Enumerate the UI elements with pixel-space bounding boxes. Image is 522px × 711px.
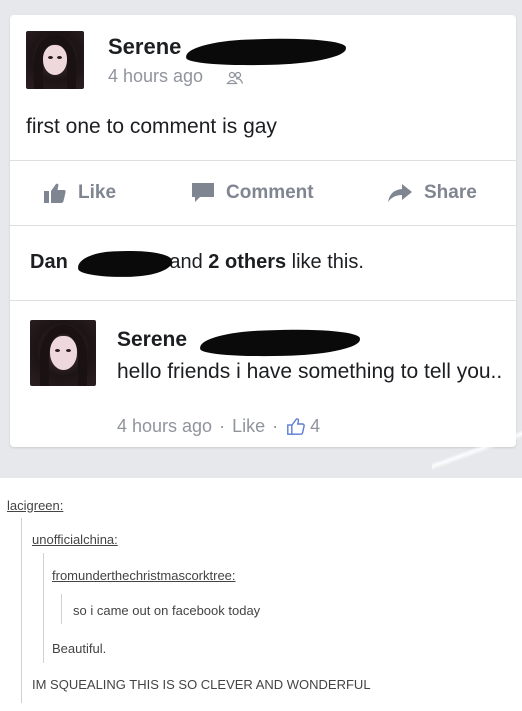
divider (10, 225, 516, 226)
likes-others-link[interactable]: 2 others (208, 251, 286, 273)
likes-suffix: like this. (291, 251, 364, 273)
thread-user-lacigreen[interactable]: lacigreen: (7, 498, 63, 513)
divider (10, 300, 516, 301)
comment-like-link[interactable]: Like (232, 416, 265, 437)
likes-and: and (169, 251, 203, 273)
tumblr-reblog-thread: lacigreen: unofficialchina: fromunderthe… (0, 478, 522, 711)
thread-reply-beautiful: Beautiful. (52, 641, 107, 656)
thread-post-text: so i came out on facebook today (73, 603, 261, 618)
comment-meta: 4 hours ago · Like · 4 (117, 416, 320, 437)
post-card: Serene 4 hours ago first one to comment … (10, 15, 516, 447)
like-button[interactable]: Like (44, 182, 116, 204)
friends-audience-icon (226, 71, 244, 85)
meta-separator: · (272, 416, 279, 436)
post-actions: Like Comment Share (10, 160, 516, 225)
comment-text: hello friends i have something to tell y… (117, 360, 503, 383)
thread-user-unofficialchina[interactable]: unofficialchina: (32, 532, 118, 547)
like-label: Like (78, 182, 117, 203)
comment-label: Comment (226, 182, 314, 203)
commenter-avatar[interactable] (30, 320, 96, 386)
redaction-mark (185, 36, 347, 68)
comment-bubble-icon (192, 183, 214, 202)
share-arrow-icon (388, 184, 412, 202)
post-text: first one to comment is gay (26, 115, 277, 138)
thumbs-up-outline-icon (287, 418, 305, 435)
redaction-mark (199, 327, 361, 359)
liker-name[interactable]: Dan (30, 251, 68, 273)
comment-timestamp[interactable]: 4 hours ago (117, 416, 212, 437)
quote-bar (61, 594, 62, 624)
post-header: Serene 4 hours ago (26, 31, 506, 107)
facebook-screenshot: Serene 4 hours ago first one to comment … (0, 0, 522, 478)
thumbs-up-icon (44, 183, 66, 203)
post-timestamp[interactable]: 4 hours ago (108, 66, 203, 87)
quote-bar (21, 518, 22, 703)
meta-separator: · (219, 416, 226, 436)
screen-glare (432, 430, 522, 470)
post-author-name[interactable]: Serene (108, 34, 181, 60)
comment-like-count[interactable]: 4 (310, 416, 320, 437)
share-label: Share (424, 182, 477, 203)
comment: Serene hello friends i have something to… (30, 320, 510, 440)
thread-reply-squealing: IM SQUEALING THIS IS SO CLEVER AND WONDE… (32, 677, 371, 692)
comment-author-name[interactable]: Serene (117, 328, 187, 352)
author-avatar[interactable] (26, 31, 84, 89)
comment-button[interactable]: Comment (192, 182, 314, 204)
share-button[interactable]: Share (388, 182, 477, 204)
quote-bar (43, 553, 44, 663)
thread-user-fromunderthechristmascorktree[interactable]: fromunderthechristmascorktree: (52, 568, 236, 583)
